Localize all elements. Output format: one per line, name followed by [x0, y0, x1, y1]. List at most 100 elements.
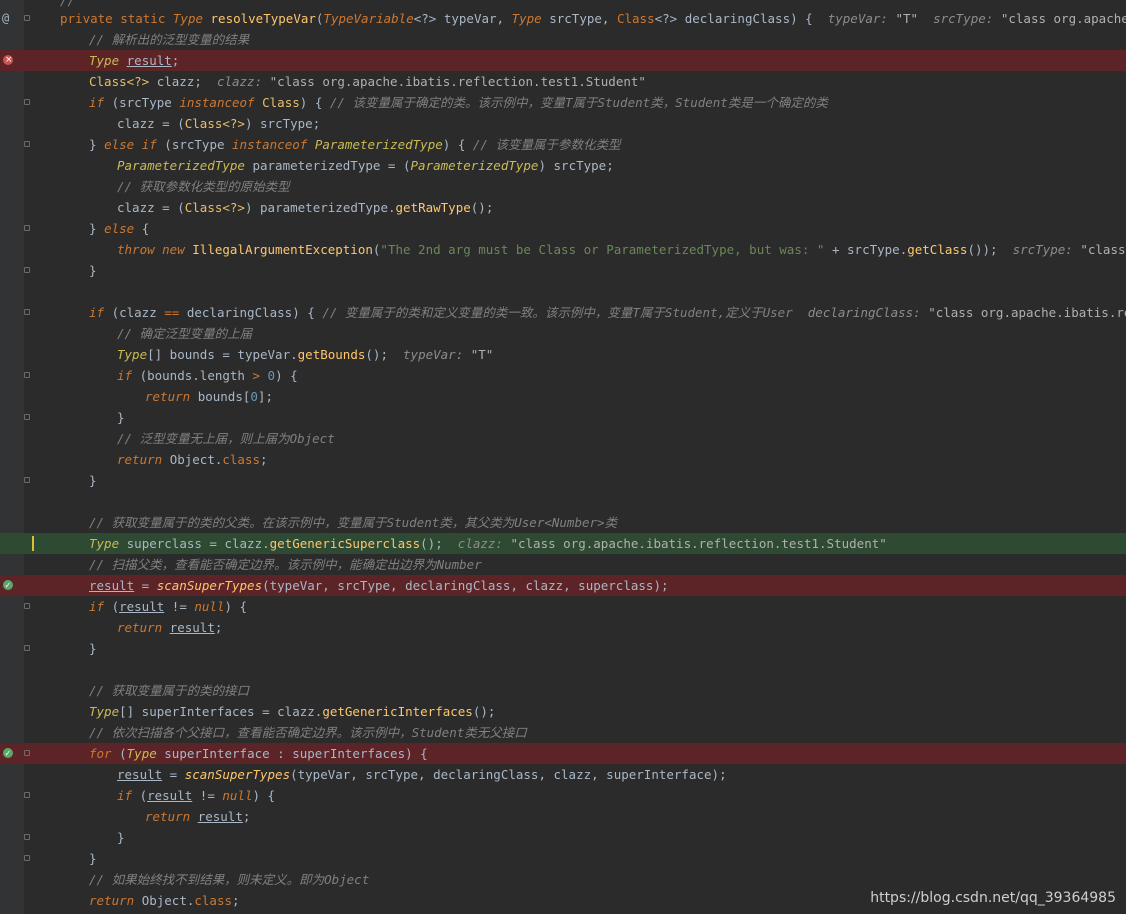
code-line[interactable]: result = scanSuperTypes(typeVar, srcType…: [0, 764, 1126, 785]
code-line[interactable]: @ private static Type resolveTypeVar(Type…: [0, 8, 1126, 29]
code-text[interactable]: // 确定泛型变量的上届: [117, 323, 252, 344]
code-text[interactable]: // 解析出的泛型变量的结果: [89, 29, 249, 50]
code-line[interactable]: }: [0, 827, 1126, 848]
code-line[interactable]: clazz = (Class<?>) srcType;: [0, 113, 1126, 134]
code-line[interactable]: [0, 491, 1126, 512]
breakpoint-verified-icon[interactable]: [3, 743, 13, 764]
code-line[interactable]: // 扫描父类，查看能否确定边界。该示例中，能确定出边界为Number: [0, 554, 1126, 575]
code-line[interactable]: [0, 281, 1126, 302]
code-text[interactable]: private static Type resolveTypeVar(TypeV…: [60, 8, 1126, 29]
code-line[interactable]: // 确定泛型变量的上届: [0, 323, 1126, 344]
fold-marker-icon[interactable]: [24, 603, 30, 609]
code-line[interactable]: Type result;: [0, 50, 1126, 71]
code-editor[interactable]: //@ private static Type resolveTypeVar(Ty…: [0, 0, 1126, 914]
code-line[interactable]: // 解析出的泛型变量的结果: [0, 29, 1126, 50]
breakpoint-error-icon[interactable]: [3, 50, 13, 71]
code-text[interactable]: // 获取变量属于的类的接口: [89, 680, 249, 701]
code-text[interactable]: return result;: [145, 806, 250, 827]
code-text[interactable]: result = scanSuperTypes(typeVar, srcType…: [117, 764, 727, 785]
code-text[interactable]: Class<?> clazz; clazz: "class org.apache…: [89, 71, 646, 92]
code-text[interactable]: if (srcType instanceof Class) { // 该变量属于…: [89, 92, 828, 113]
code-line[interactable]: if (result != null) {: [0, 785, 1126, 806]
code-line[interactable]: if (clazz == declaringClass) { // 变量属于的类…: [0, 302, 1126, 323]
code-line[interactable]: // 获取参数化类型的原始类型: [0, 176, 1126, 197]
code-text[interactable]: Type[] bounds = typeVar.getBounds(); typ…: [117, 344, 493, 365]
code-text[interactable]: return bounds[0];: [145, 386, 273, 407]
fold-marker-icon[interactable]: [24, 414, 30, 420]
code-text[interactable]: if (clazz == declaringClass) { // 变量属于的类…: [89, 302, 1126, 323]
code-line[interactable]: return result;: [0, 806, 1126, 827]
code-text[interactable]: // 获取变量属于的类的父类。在该示例中，变量属于Student类，其父类为Us…: [89, 512, 617, 533]
code-text[interactable]: ParameterizedType parameterizedType = (P…: [117, 155, 614, 176]
code-line[interactable]: // 获取变量属于的类的父类。在该示例中，变量属于Student类，其父类为Us…: [0, 512, 1126, 533]
fold-marker-icon[interactable]: [24, 372, 30, 378]
code-text[interactable]: if (bounds.length > 0) {: [117, 365, 298, 386]
code-line[interactable]: if (bounds.length > 0) {: [0, 365, 1126, 386]
code-line[interactable]: if (result != null) {: [0, 596, 1126, 617]
code-line[interactable]: // 如果始终找不到结果，则未定义。即为Object: [0, 869, 1126, 890]
code-line[interactable]: Type[] superInterfaces = clazz.getGeneri…: [0, 701, 1126, 722]
code-text[interactable]: clazz = (Class<?>) srcType;: [117, 113, 320, 134]
code-text[interactable]: return Object.class;: [89, 890, 240, 911]
fold-marker-icon[interactable]: [24, 99, 30, 105]
code-line[interactable]: clazz = (Class<?>) parameterizedType.get…: [0, 197, 1126, 218]
code-line[interactable]: }: [0, 470, 1126, 491]
code-text[interactable]: }: [89, 848, 97, 869]
code-text[interactable]: // 获取参数化类型的原始类型: [117, 176, 290, 197]
code-line[interactable]: return result;: [0, 617, 1126, 638]
fold-marker-icon[interactable]: [24, 141, 30, 147]
fold-marker-icon[interactable]: [24, 477, 30, 483]
code-text[interactable]: }: [117, 827, 125, 848]
fold-marker-icon[interactable]: [24, 267, 30, 273]
code-line[interactable]: // 获取变量属于的类的接口: [0, 680, 1126, 701]
code-text[interactable]: if (result != null) {: [89, 596, 247, 617]
code-text[interactable]: // 依次扫描各个父接口，查看能否确定边界。该示例中，Student类无父接口: [89, 722, 527, 743]
code-line[interactable]: for (Type superInterface : superInterfac…: [0, 743, 1126, 764]
code-text[interactable]: return result;: [117, 617, 222, 638]
code-text[interactable]: }: [89, 260, 97, 281]
code-line[interactable]: return Object.class;: [0, 449, 1126, 470]
code-line[interactable]: }: [0, 407, 1126, 428]
code-line[interactable]: } else {: [0, 218, 1126, 239]
code-text[interactable]: // 如果始终找不到结果，则未定义。即为Object: [89, 869, 369, 890]
code-text[interactable]: }: [89, 470, 97, 491]
code-text[interactable]: } else {: [89, 218, 149, 239]
code-line[interactable]: Type superclass = clazz.getGenericSuperc…: [0, 533, 1126, 554]
code-text[interactable]: }: [89, 638, 97, 659]
code-line[interactable]: ParameterizedType parameterizedType = (P…: [0, 155, 1126, 176]
breakpoint-verified-icon[interactable]: [3, 575, 13, 596]
fold-marker-icon[interactable]: [24, 792, 30, 798]
code-line[interactable]: result = scanSuperTypes(typeVar, srcType…: [0, 575, 1126, 596]
fold-marker-icon[interactable]: [24, 309, 30, 315]
code-line[interactable]: // 依次扫描各个父接口，查看能否确定边界。该示例中，Student类无父接口: [0, 722, 1126, 743]
code-text[interactable]: for (Type superInterface : superInterfac…: [89, 743, 428, 764]
code-line[interactable]: return bounds[0];: [0, 386, 1126, 407]
code-text[interactable]: Type[] superInterfaces = clazz.getGeneri…: [89, 701, 495, 722]
fold-marker-icon[interactable]: [24, 225, 30, 231]
code-text[interactable]: Type superclass = clazz.getGenericSuperc…: [89, 533, 887, 554]
code-text[interactable]: result = scanSuperTypes(typeVar, srcType…: [89, 575, 669, 596]
code-text[interactable]: if (result != null) {: [117, 785, 275, 806]
code-text[interactable]: // 扫描父类，查看能否确定边界。该示例中，能确定出边界为Number: [89, 554, 482, 575]
fold-marker-icon[interactable]: [24, 750, 30, 756]
fold-marker-icon[interactable]: [24, 15, 30, 21]
code-text[interactable]: } else if (srcType instanceof Parameteri…: [89, 134, 620, 155]
code-text[interactable]: clazz = (Class<?>) parameterizedType.get…: [117, 197, 493, 218]
code-line[interactable]: if (srcType instanceof Class) { // 该变量属于…: [0, 92, 1126, 113]
code-text[interactable]: throw new IllegalArgumentException("The …: [117, 239, 1126, 260]
code-line[interactable]: }: [0, 848, 1126, 869]
code-line[interactable]: [0, 659, 1126, 680]
code-text[interactable]: return Object.class;: [117, 449, 268, 470]
code-line[interactable]: // 泛型变量无上届，则上届为Object: [0, 428, 1126, 449]
code-line[interactable]: }: [0, 260, 1126, 281]
fold-marker-icon[interactable]: [24, 834, 30, 840]
code-line[interactable]: Type[] bounds = typeVar.getBounds(); typ…: [0, 344, 1126, 365]
code-line[interactable]: } else if (srcType instanceof Parameteri…: [0, 134, 1126, 155]
code-text[interactable]: // 泛型变量无上届，则上届为Object: [117, 428, 335, 449]
code-line[interactable]: Class<?> clazz; clazz: "class org.apache…: [0, 71, 1126, 92]
code-line[interactable]: }: [0, 638, 1126, 659]
code-text[interactable]: Type result;: [89, 50, 179, 71]
fold-marker-icon[interactable]: [24, 645, 30, 651]
code-text[interactable]: }: [117, 407, 125, 428]
fold-marker-icon[interactable]: [24, 855, 30, 861]
